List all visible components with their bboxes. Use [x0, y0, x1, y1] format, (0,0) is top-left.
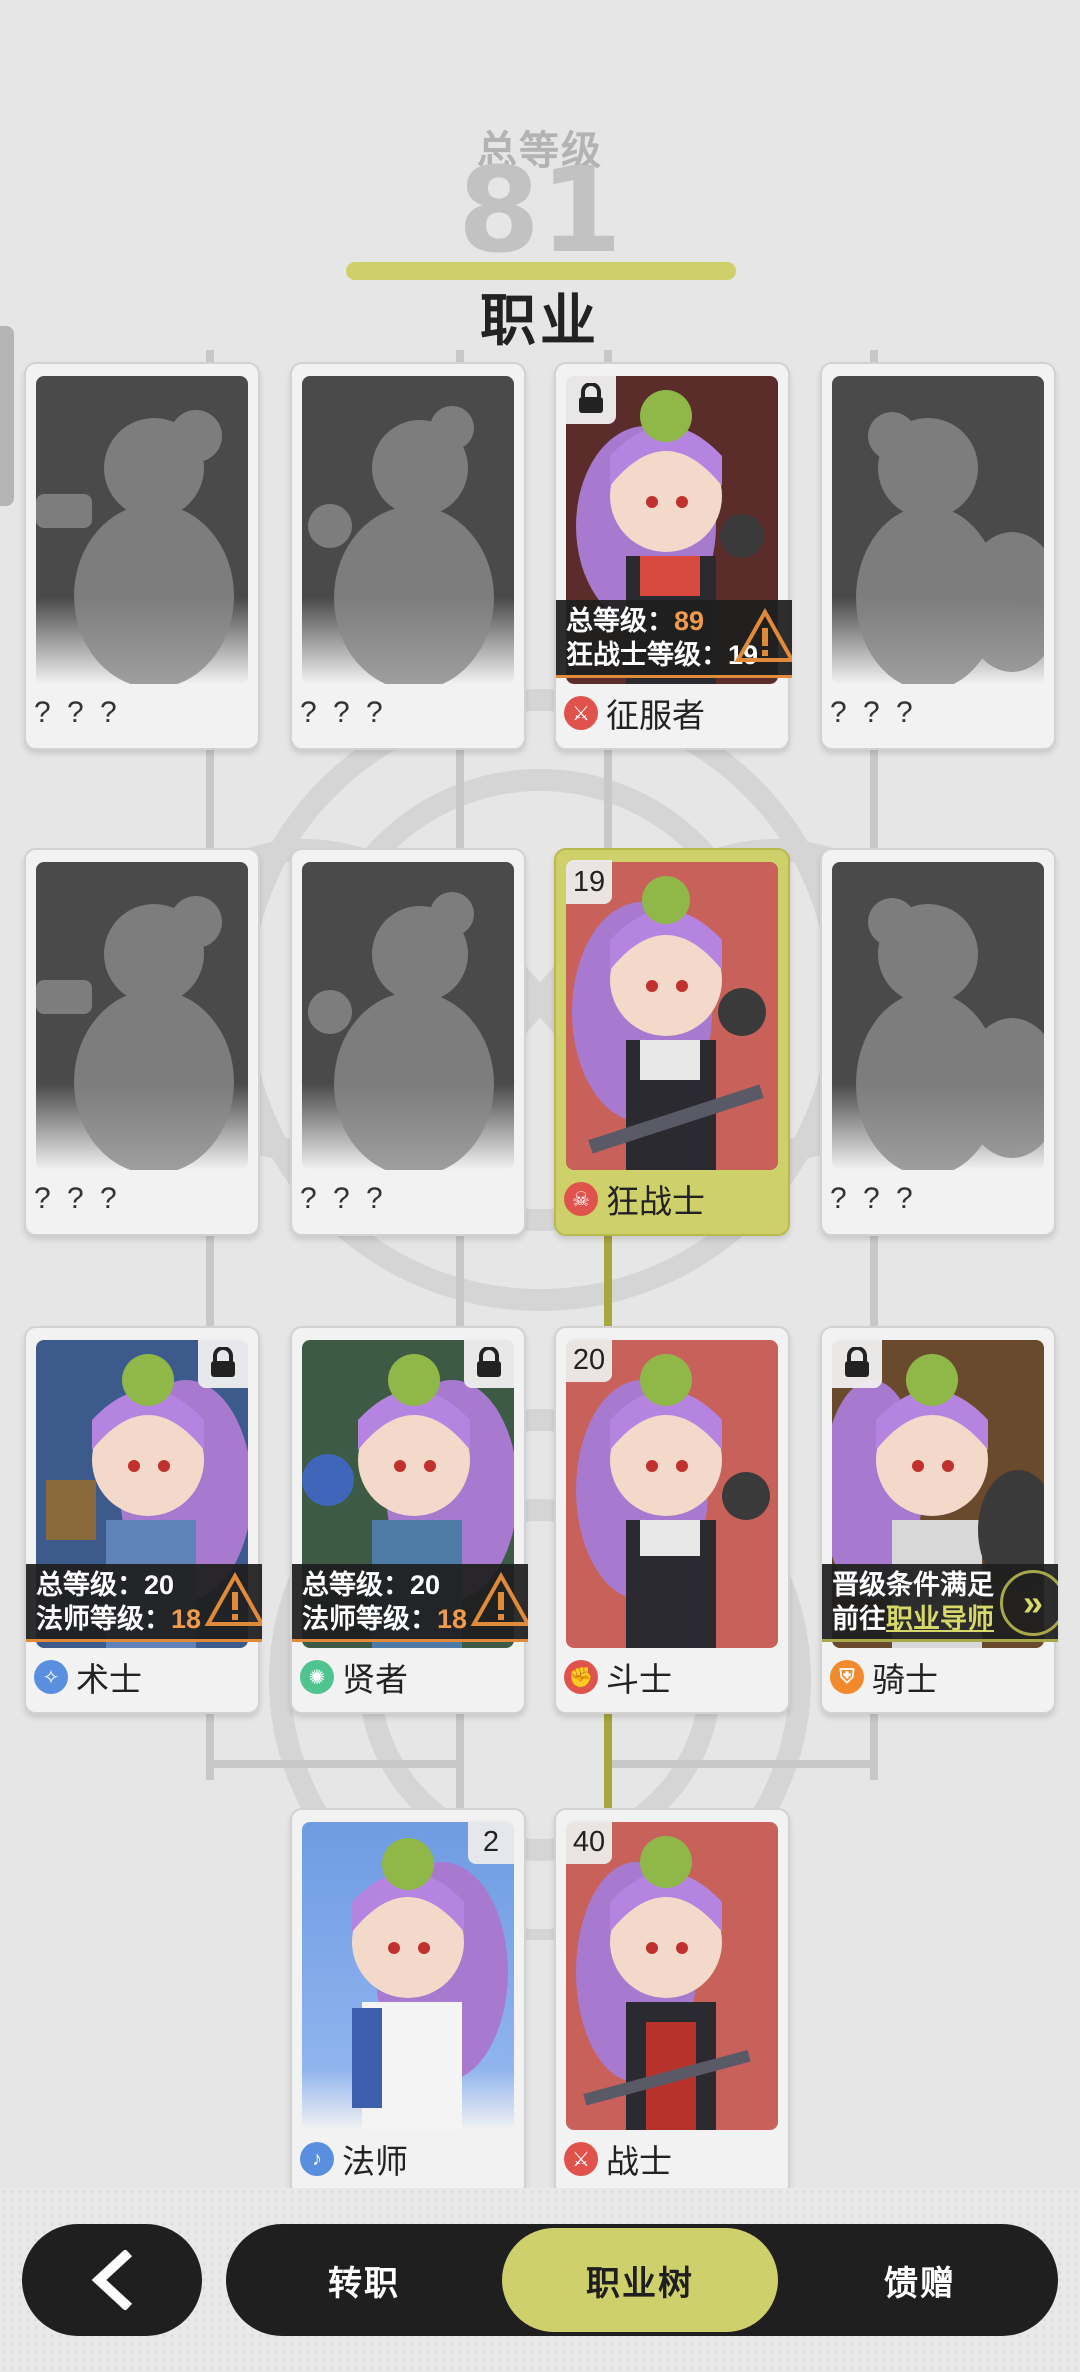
class-level-badge: 19: [566, 860, 612, 904]
class-name: ? ? ?: [34, 1182, 121, 1215]
chevron-left-icon: [91, 2250, 133, 2310]
req-label: 狂战士等级：: [566, 640, 728, 670]
class-level-badge: 2: [468, 1820, 514, 1864]
silhouette-portrait: [832, 862, 1044, 1170]
berserker-icon: ☠: [564, 1182, 598, 1216]
tab-class-tree[interactable]: 职业树: [502, 2228, 778, 2332]
page-title: 职业: [480, 289, 600, 352]
silhouette-portrait: [832, 376, 1044, 684]
side-drawer-handle[interactable]: [0, 326, 14, 506]
class-name-row: ✺ 贤者: [300, 1656, 408, 1698]
silhouette-portrait: [36, 862, 248, 1170]
double-chevron-right-icon[interactable]: »: [1000, 1570, 1058, 1636]
class-name-row: ✧ 术士: [34, 1656, 142, 1698]
lock-icon: [464, 1338, 514, 1388]
knight-icon: ⛨: [830, 1660, 864, 1694]
warning-icon: [470, 1572, 528, 1626]
total-level-value: 81: [457, 141, 623, 279]
class-level-badge: 40: [566, 1820, 612, 1864]
unlock-requirements: 总等级：20 法师等级：18: [26, 1564, 262, 1642]
lock-icon: [198, 1338, 248, 1388]
class-card-warlock[interactable]: 总等级：20 法师等级：18 ✧ 术士: [24, 1326, 262, 1714]
class-name: 术士: [76, 1661, 142, 1698]
req-value: 18: [171, 1604, 202, 1634]
class-card-unknown[interactable]: ? ? ?: [820, 848, 1056, 1236]
req-label: 总等级：: [566, 606, 674, 636]
class-name-row: ✊ 斗士: [564, 1656, 672, 1698]
class-card-unknown[interactable]: ? ? ?: [24, 848, 260, 1236]
mage-icon: ♪: [300, 2142, 334, 2176]
silhouette-portrait: [36, 376, 248, 684]
class-name-row: ⚔ 征服者: [564, 692, 705, 734]
advance-ready-notice[interactable]: 晋级条件满足 前往职业导师 »: [822, 1564, 1058, 1642]
sage-icon: ✺: [300, 1660, 334, 1694]
tab-gifts[interactable]: 馈赠: [782, 2224, 1058, 2336]
req-label: 法师等级：: [302, 1604, 437, 1634]
connector: [206, 1760, 464, 1768]
class-card-fighter[interactable]: 20 ✊ 斗士: [554, 1326, 790, 1714]
character-portrait: [566, 1822, 778, 2130]
class-name: ? ? ?: [830, 696, 917, 729]
req-value: 18: [437, 1604, 468, 1634]
character-portrait: [302, 1822, 514, 2130]
class-card-unknown[interactable]: ? ? ?: [24, 362, 260, 750]
silhouette-portrait: [302, 862, 514, 1170]
class-name: ? ? ?: [300, 1182, 387, 1215]
connector: [610, 1760, 878, 1768]
class-name: 战士: [606, 2143, 672, 2180]
class-card-mage[interactable]: 2 ♪ 法师: [290, 1808, 526, 2196]
class-name-row: ⛨ 骑士: [830, 1656, 938, 1698]
silhouette-portrait: [302, 376, 514, 684]
req-value: 89: [674, 606, 705, 636]
req-label: 法师等级：: [36, 1604, 171, 1634]
warning-icon: [734, 608, 792, 662]
class-name: 狂战士: [606, 1183, 705, 1220]
class-name: 征服者: [606, 697, 705, 734]
character-portrait: [566, 862, 778, 1170]
unlock-requirements: 总等级：20 法师等级：18: [292, 1564, 528, 1642]
background-emblem: [71, 689, 1009, 1940]
req-label: 总等级：: [36, 1570, 144, 1600]
class-name: 贤者: [342, 1661, 408, 1698]
warning-icon: [204, 1572, 262, 1626]
class-name: ? ? ?: [300, 696, 387, 729]
class-name: ? ? ?: [34, 696, 121, 729]
lock-icon: [566, 374, 616, 424]
warrior-icon: ⚔: [564, 2142, 598, 2176]
class-card-unknown[interactable]: ? ? ?: [290, 362, 526, 750]
header: 总等级 81 职业: [0, 0, 1080, 352]
class-name-row: ☠ 狂战士: [564, 1178, 705, 1220]
class-name-row: ♪ 法师: [300, 2138, 408, 2180]
class-name: 法师: [342, 2143, 408, 2180]
class-name: 斗士: [606, 1661, 672, 1698]
warlock-icon: ✧: [34, 1660, 68, 1694]
class-name-row: ⚔ 战士: [564, 2138, 672, 2180]
class-name: 骑士: [872, 1661, 938, 1698]
advance-goto-label: 前往: [832, 1604, 886, 1634]
class-card-unknown[interactable]: ? ? ?: [290, 848, 526, 1236]
class-card-berserker[interactable]: 19 ☠ 狂战士: [554, 848, 790, 1236]
class-name: ? ? ?: [830, 1182, 917, 1215]
req-value: 20: [410, 1570, 441, 1600]
back-button[interactable]: [22, 2224, 202, 2336]
bottom-nav: 转职 职业树 馈赠: [226, 2224, 1058, 2336]
req-value: 20: [144, 1570, 175, 1600]
class-card-sage[interactable]: 总等级：20 法师等级：18 ✺ 贤者: [290, 1326, 528, 1714]
unlock-requirements: 总等级：89 狂战士等级：19: [556, 600, 792, 678]
class-card-knight[interactable]: 晋级条件满足 前往职业导师 » ⛨ 骑士: [820, 1326, 1058, 1714]
lock-icon: [832, 1338, 882, 1388]
fighter-icon: ✊: [564, 1660, 598, 1694]
class-mentor-link[interactable]: 职业导师: [886, 1604, 994, 1634]
character-portrait: [566, 1340, 778, 1648]
tab-class-change[interactable]: 转职: [226, 2224, 502, 2336]
class-card-unknown[interactable]: ? ? ?: [820, 362, 1056, 750]
class-card-warrior[interactable]: 40 ⚔ 战士: [554, 1808, 790, 2196]
class-level-badge: 20: [566, 1338, 612, 1382]
conqueror-icon: ⚔: [564, 696, 598, 730]
class-card-conqueror[interactable]: 总等级：89 狂战士等级：19 ⚔ 征服者: [554, 362, 792, 750]
req-label: 总等级：: [302, 1570, 410, 1600]
